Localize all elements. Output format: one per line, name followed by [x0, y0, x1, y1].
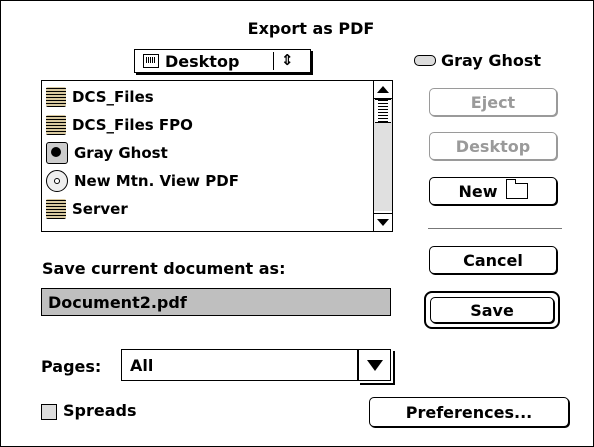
list-item-label: Server [72, 200, 128, 218]
scroll-up-arrow-icon[interactable] [374, 81, 392, 99]
cancel-button[interactable]: Cancel [429, 246, 557, 274]
save-button[interactable]: Save [430, 297, 554, 323]
export-dialog: Export as PDF Desktop ⇕ Gray Ghost DCS_F… [0, 0, 594, 447]
list-item[interactable]: DCS_Files FPO [42, 111, 370, 139]
drive-icon [414, 55, 436, 66]
spreads-label[interactable]: Spreads [63, 401, 137, 420]
location-popup[interactable]: Desktop ⇕ [134, 49, 311, 73]
spreads-checkbox[interactable] [41, 404, 57, 420]
list-item[interactable]: Server [42, 195, 370, 223]
vertical-scrollbar[interactable] [373, 81, 392, 231]
pages-label: Pages: [41, 357, 102, 376]
server-icon [46, 87, 66, 107]
pages-field[interactable]: All [121, 349, 358, 381]
filename-input[interactable]: Document2.pdf [41, 288, 391, 316]
cd-icon [46, 170, 68, 192]
button-divider [428, 228, 562, 229]
server-icon [46, 199, 66, 219]
new-folder-label: New [458, 181, 498, 201]
eject-button[interactable]: Eject [429, 88, 557, 116]
save-as-label: Save current document as: [42, 259, 286, 278]
file-list[interactable]: DCS_Files DCS_Files FPO Gray Ghost New M… [41, 80, 393, 232]
hard-drive-icon [46, 142, 68, 164]
scroll-thumb[interactable] [375, 99, 391, 123]
popup-divider [273, 52, 274, 70]
list-item[interactable]: DCS_Files [42, 83, 370, 111]
list-item[interactable]: New Mtn. View PDF [42, 167, 370, 195]
desktop-icon [143, 54, 159, 68]
dialog-title: Export as PDF [247, 19, 375, 38]
list-item[interactable]: Gray Ghost [42, 139, 370, 167]
desktop-button[interactable]: Desktop [429, 132, 557, 160]
up-down-arrows-icon: ⇕ [281, 51, 294, 69]
list-item-label: DCS_Files FPO [72, 116, 193, 134]
new-folder-button[interactable]: New [429, 177, 557, 205]
list-item-label: Gray Ghost [74, 144, 168, 162]
scroll-down-arrow-icon[interactable] [374, 213, 392, 231]
list-item-label: DCS_Files [72, 88, 154, 106]
server-icon [46, 115, 66, 135]
list-item-label: New Mtn. View PDF [74, 172, 239, 190]
pages-dropdown-arrow-icon[interactable] [358, 349, 391, 381]
drive-name: Gray Ghost [441, 51, 542, 70]
current-drive: Gray Ghost [414, 51, 541, 70]
preferences-button[interactable]: Preferences... [369, 397, 569, 427]
location-popup-label: Desktop [165, 51, 240, 71]
folder-icon [505, 179, 528, 199]
